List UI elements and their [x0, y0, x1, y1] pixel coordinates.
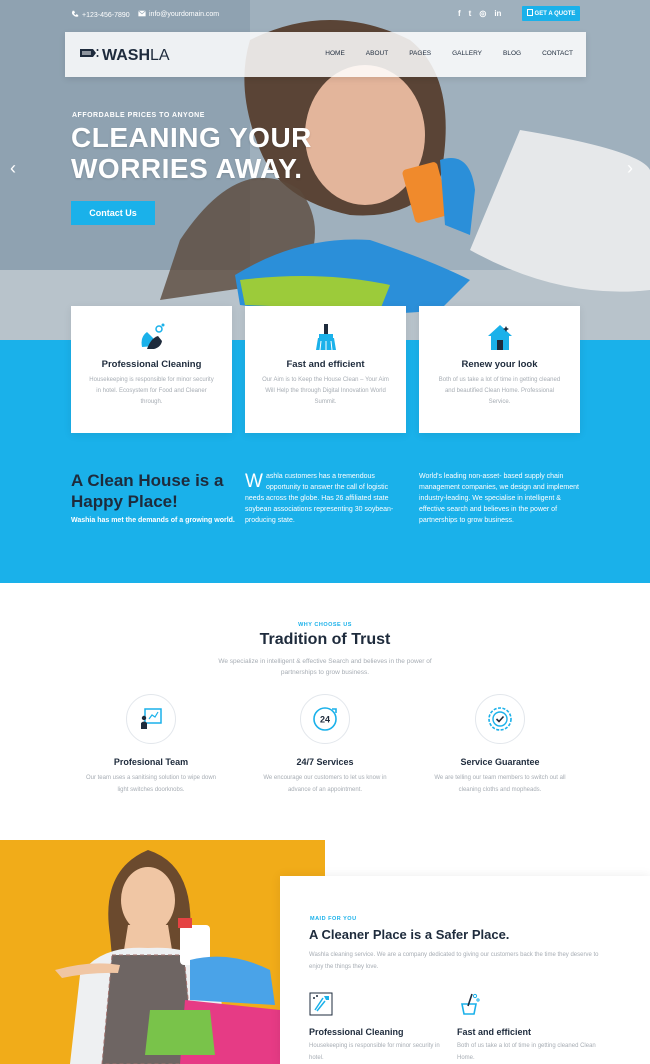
service-card[interactable]: Renew your look Both of us take a lot of…	[419, 306, 580, 433]
logo-light-text: LA	[150, 46, 170, 64]
brand-logo[interactable]: WASHLA	[79, 46, 170, 65]
phone-icon	[71, 10, 79, 20]
hero-section: +123-456-7890 info@yourdomain.com f t ◎ …	[0, 0, 650, 340]
facebook-icon[interactable]: f	[458, 9, 461, 18]
feature-text: We are telling our team members to switc…	[434, 775, 566, 793]
house-clean-icon	[488, 325, 512, 350]
feature-icon-circle	[475, 694, 525, 744]
feature-title: Profesional Team	[113, 757, 189, 767]
main-navigation: WASHLA HOME ABOUT PAGES GALLERY BLOG CON…	[65, 32, 586, 77]
quote-icon	[526, 9, 533, 18]
about-column-3: World's leading non-asset- based supply …	[419, 473, 579, 524]
feature-title: Service Guarantee	[460, 757, 540, 767]
nav-item-about[interactable]: ABOUT	[366, 50, 388, 57]
email-contact[interactable]: info@yourdomain.com	[138, 10, 219, 19]
logo-mark-icon	[79, 46, 99, 65]
nav-item-gallery[interactable]: GALLERY	[452, 50, 482, 57]
cleaning-spray-icon	[309, 992, 333, 1016]
contact-us-button[interactable]: Contact Us	[71, 201, 155, 225]
maid-item: Professional Cleaning Housekeeping is re…	[309, 992, 449, 1064]
24-hour-service-icon: 24	[313, 707, 337, 731]
card-title: Renew your look	[461, 359, 538, 370]
phone-contact[interactable]: +123-456-7890	[71, 10, 130, 20]
guarantee-badge-icon	[488, 707, 512, 731]
why-subtitle: We specialize in intelligent & effective…	[218, 658, 432, 676]
hero-tagline: AFFORDABLE PRICES TO ANYONE	[72, 112, 205, 119]
top-bar: +123-456-7890 info@yourdomain.com f t ◎ …	[0, 6, 650, 24]
nav-menu: HOME ABOUT PAGES GALLERY BLOG CONTACT	[325, 50, 573, 57]
social-links: f t ◎ in	[458, 9, 501, 18]
get-a-quote-button[interactable]: GET A QUOTE	[522, 6, 580, 21]
mop-bucket-icon	[461, 993, 480, 1015]
nav-item-blog[interactable]: BLOG	[503, 50, 521, 57]
maid-title: A Cleaner Place is a Safer Place.	[309, 927, 510, 942]
mail-icon	[138, 10, 146, 19]
hands-washing-icon	[141, 323, 165, 349]
instagram-icon[interactable]: ◎	[479, 9, 486, 18]
maid-item: Fast and efficient Both of us take a lot…	[457, 992, 597, 1064]
svg-text:24: 24	[320, 715, 330, 725]
card-text: Housekeeping is responsible for minor se…	[89, 377, 214, 405]
broom-icon	[316, 324, 336, 351]
logo-bold-text: WASH	[102, 46, 150, 64]
feature-icon-circle	[126, 694, 176, 744]
team-board-icon	[141, 708, 162, 729]
why-title: Tradition of Trust	[259, 631, 391, 648]
slider-prev-icon[interactable]: ‹	[10, 158, 16, 179]
card-title: Professional Cleaning	[101, 359, 202, 370]
cleaner-photo	[0, 840, 325, 1064]
maid-item-text: Housekeeping is responsible for minor se…	[309, 1043, 440, 1061]
phone-number: +123-456-7890	[82, 11, 130, 19]
feature-text: We encourage our customers to let us kno…	[263, 775, 387, 793]
cleaner-photo-illustration	[0, 840, 325, 1064]
card-text: Both of us take a lot of time in getting…	[438, 377, 561, 405]
nav-item-home[interactable]: HOME	[325, 50, 345, 57]
feature-text: Our team uses a sanitising solution to w…	[85, 775, 217, 793]
maid-panel: MAID FOR YOU A Cleaner Place is a Safer …	[280, 876, 650, 1064]
maid-item-title: Professional Cleaning	[309, 1027, 404, 1037]
hero-headline: CLEANING YOUR WORRIES AWAY.	[71, 122, 312, 184]
about-title: A Clean House is a Happy Place!	[71, 471, 224, 511]
maid-item-text: Both of us take a lot of time in getting…	[457, 1043, 596, 1061]
nav-item-pages[interactable]: PAGES	[409, 50, 431, 57]
hero-headline-line-1: CLEANING YOUR	[71, 122, 312, 153]
why-label: WHY CHOOSE US	[298, 622, 352, 628]
feature-icon-circle: 24	[300, 694, 350, 744]
feature-title: 24/7 Services	[296, 757, 354, 767]
maid-item-title: Fast and efficient	[457, 1027, 532, 1037]
card-title: Fast and efficient	[286, 359, 365, 370]
about-column-2-text: ashla customers has a tremendous opportu…	[245, 473, 394, 524]
twitter-icon[interactable]: t	[469, 9, 472, 18]
service-card[interactable]: Professional Cleaning Housekeeping is re…	[71, 306, 232, 433]
drop-cap: W	[245, 471, 263, 492]
email-address: info@yourdomain.com	[149, 11, 220, 18]
slider-next-icon[interactable]: ›	[627, 158, 633, 179]
maid-text: Washla cleaning service. We are a compan…	[309, 952, 599, 970]
service-card[interactable]: Fast and efficient Our Aim is to Keep th…	[245, 306, 406, 433]
hero-headline-line-2: WORRIES AWAY.	[71, 153, 303, 184]
linkedin-icon[interactable]: in	[494, 9, 501, 18]
nav-item-contact[interactable]: CONTACT	[542, 50, 573, 57]
quote-label: GET A QUOTE	[534, 10, 576, 17]
maid-label: MAID FOR YOU	[310, 916, 357, 922]
about-subtitle: Washia has met the demands of a growing …	[71, 517, 235, 524]
about-column-2: W ashla customers has a tremendous oppor…	[245, 471, 405, 526]
card-text: Our Aim is to Keep the House Clean – You…	[262, 377, 389, 405]
